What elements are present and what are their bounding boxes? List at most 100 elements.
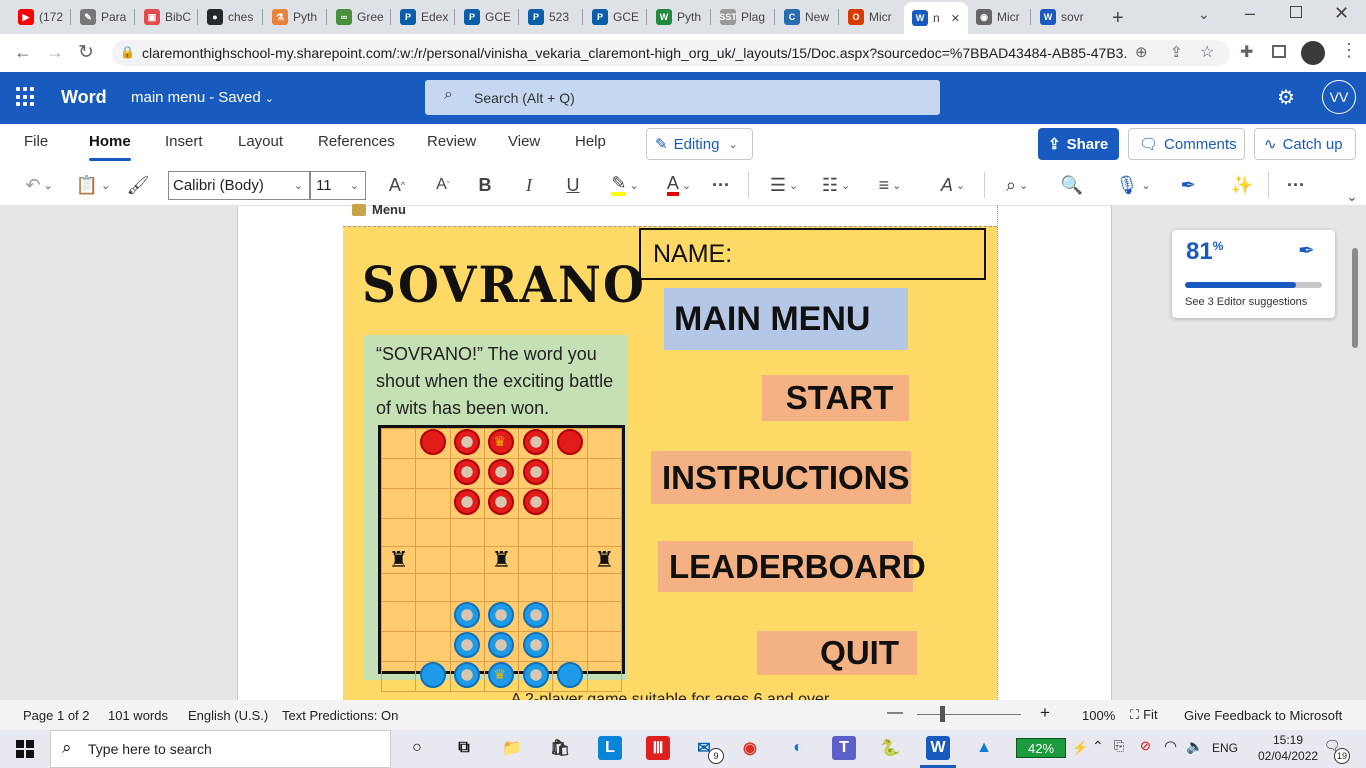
red-piece[interactable] [488,489,515,515]
quit-button[interactable]: QUIT [757,631,917,675]
windows-start-icon[interactable] [16,740,34,758]
browser-tab[interactable]: ▣ BibC [136,4,194,30]
board-cell[interactable] [552,488,588,519]
board-cell[interactable] [415,518,451,547]
browser-tab[interactable]: C New [776,4,834,30]
browser-tab[interactable]: ● ches [199,4,257,30]
restore-icon[interactable] [1290,6,1302,18]
board-cell[interactable] [380,573,417,602]
board-cell[interactable]: ♛ [483,428,520,459]
board-cell[interactable] [552,660,588,692]
board-cell[interactable] [415,660,451,692]
board-cell[interactable] [449,545,485,575]
board-cell[interactable] [483,488,520,519]
vertical-scrollbar-thumb[interactable] [1352,248,1358,348]
board-cell[interactable] [380,428,417,459]
board-cell[interactable] [415,573,451,602]
blue-piece[interactable] [488,601,515,628]
cortana-icon[interactable]: ○ [405,736,429,760]
editing-mode-button[interactable]: ✎ Editing ⌄ [646,128,753,160]
forward-icon[interactable]: → [46,42,64,63]
board-cell[interactable] [586,630,623,662]
board-cell[interactable] [518,545,554,575]
red-piece[interactable] [454,429,481,455]
board-cell[interactable] [483,458,520,489]
share-button[interactable]: ⇪ Share [1038,128,1119,160]
align-button[interactable]: ≡ ⌄ [868,172,912,198]
font-color-button[interactable]: A ⌄ [658,172,700,198]
numbering-button[interactable]: ☷ ⌄ [814,172,858,198]
board-cell[interactable] [380,518,417,547]
board-cell[interactable] [415,428,451,459]
immersive-reader-button[interactable]: 🔍 [1058,172,1086,198]
board-cell[interactable] [586,488,623,519]
board-cell[interactable] [415,545,451,575]
red-piece[interactable] [419,429,446,455]
board-cell[interactable] [449,573,485,602]
feedback-link[interactable]: Give Feedback to Microsoft [1184,708,1342,723]
header-menu-label[interactable]: Menu [352,202,406,217]
blue-piece[interactable] [522,601,549,628]
search-placeholder[interactable]: Search (Alt + Q) [474,90,575,106]
blue-piece[interactable] [419,661,446,688]
board-cell[interactable] [449,458,485,489]
zoom-icon[interactable]: ⊕ [1135,43,1148,61]
browser-tab[interactable]: ⚗ Pyth [264,4,322,30]
paste-button[interactable]: 📋 ⌄ [72,172,114,198]
browser-tab[interactable]: P GCE [584,4,642,30]
browser-tab[interactable]: Wsovr [1032,4,1090,30]
board-cell[interactable] [586,458,623,489]
clock[interactable]: 15:19 02/04/2022 [1258,732,1318,764]
blue-piece[interactable] [522,631,549,658]
font-name-select[interactable]: Calibri (Body) ⌄ [168,171,310,200]
board-cell[interactable] [518,573,554,602]
keyboard-language[interactable]: ENG [1212,741,1238,755]
board-cell[interactable]: ♜ [483,545,520,575]
python-icon[interactable]: 🐍 [878,736,902,760]
board-cell[interactable] [415,488,451,519]
board-cell[interactable] [586,518,623,547]
file-explorer-icon[interactable]: 📁 [500,736,524,760]
board-cell[interactable] [449,600,485,632]
undo-button[interactable]: ↶ ⌄ [18,172,60,198]
app-l-icon[interactable]: L [598,736,622,760]
bullets-button[interactable]: ☰ ⌄ [762,172,806,198]
board-cell[interactable] [552,573,588,602]
volume-icon[interactable]: 🔈 [1186,738,1203,755]
blue-piece[interactable] [488,631,515,658]
board-cell[interactable]: ♜ [380,545,417,575]
font-size-select[interactable]: 11 ⌄ [310,171,366,200]
ribbon-tab-layout[interactable]: Layout [238,133,283,150]
board-cell[interactable] [518,488,554,519]
page-count[interactable]: Page 1 of 2 [23,708,90,723]
side-panel-icon[interactable] [1272,45,1286,58]
tagline-text[interactable]: “SOVRANO!” The word you shout when the e… [376,341,620,422]
board-cell[interactable] [449,518,485,547]
profile-avatar[interactable] [1301,41,1325,65]
back-icon[interactable]: ← [14,42,32,63]
board-cell[interactable] [380,660,417,692]
blue-piece[interactable] [454,631,481,658]
board-cell[interactable]: ♜ [586,545,623,575]
browser-tab[interactable]: W Pyth [648,4,706,30]
more-font-options-icon[interactable]: ··· [708,172,734,198]
board-cell[interactable] [483,573,520,602]
wifi-icon[interactable]: ◠ [1164,737,1177,755]
board-cell[interactable] [586,660,623,692]
board-cell[interactable] [518,458,554,489]
minimize-icon[interactable]: – [1245,3,1255,24]
board-cell[interactable] [449,660,485,692]
blocked-icon[interactable]: ⊘ [1140,738,1151,754]
board-cell[interactable] [483,518,520,547]
footer-text[interactable]: A 2-player game suitable for ages 6 and … [343,691,997,700]
blue-piece[interactable] [557,661,584,688]
board-cell[interactable] [552,458,588,489]
highlight-button[interactable]: ✎ ⌄ [604,172,646,198]
start-button[interactable]: START [762,375,909,421]
word-count[interactable]: 101 words [108,708,168,723]
edge-icon[interactable]: ◐ [786,736,810,760]
browser-tab[interactable]: ✎ Para [72,4,130,30]
board-cell[interactable] [449,630,485,662]
red-piece[interactable] [522,489,549,515]
red-piece[interactable] [522,459,549,485]
